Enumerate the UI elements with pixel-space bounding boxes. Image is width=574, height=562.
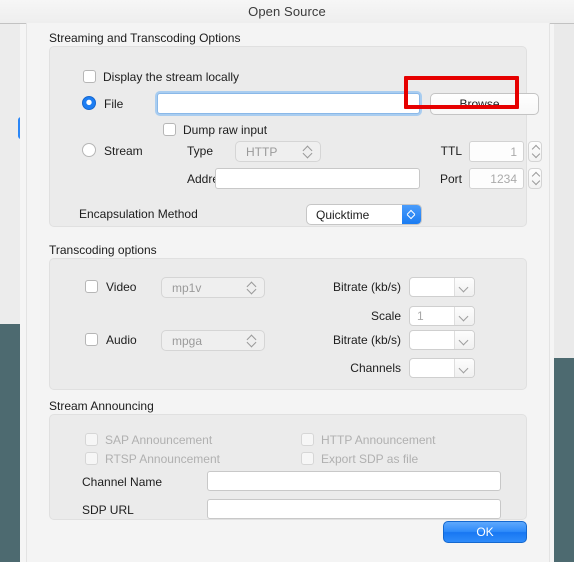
sap-announcement-label: SAP Announcement: [105, 433, 213, 447]
browse-button-label: Browse...: [459, 97, 510, 111]
file-path-input[interactable]: [157, 93, 420, 114]
video-scale-label: Scale: [370, 309, 401, 323]
video-checkbox[interactable]: [85, 280, 98, 293]
audio-bitrate-combo[interactable]: [409, 330, 475, 350]
dump-raw-input-checkbox[interactable]: [163, 123, 176, 136]
port-stepper[interactable]: [528, 168, 542, 189]
file-radio[interactable]: [82, 96, 96, 110]
open-source-dialog: Streaming and Transcoding Options Displa…: [26, 23, 550, 562]
audio-bitrate-label: Bitrate (kb/s): [332, 333, 401, 347]
audio-channels-label: Channels: [350, 361, 401, 375]
audio-codec-select[interactable]: mpga: [161, 330, 265, 351]
video-scale-combo[interactable]: 1: [409, 306, 475, 326]
video-bitrate-label: Bitrate (kb/s): [332, 280, 401, 294]
http-announcement-checkbox[interactable]: [301, 433, 314, 446]
browse-button[interactable]: Browse...: [430, 93, 539, 115]
export-sdp-label: Export SDP as file: [321, 452, 419, 466]
display-stream-locally-label: Display the stream locally: [103, 70, 240, 84]
sdp-url-label: SDP URL: [82, 503, 134, 517]
video-label: Video: [106, 280, 137, 294]
title-bar: Open Source: [0, 0, 574, 24]
screen: Open Source Streaming and Transcoding Op…: [0, 0, 574, 562]
type-select-value: HTTP: [246, 145, 278, 159]
sdp-url-input[interactable]: [207, 499, 501, 519]
channel-name-input[interactable]: [207, 471, 501, 491]
video-codec-value: mp1v: [172, 281, 202, 295]
chevron-updown-icon: [247, 335, 256, 347]
ttl-stepper[interactable]: [528, 141, 542, 162]
audio-checkbox[interactable]: [85, 333, 98, 346]
stream-radio-label: Stream: [104, 144, 143, 158]
file-radio-label: File: [104, 97, 124, 111]
audio-codec-value: mpga: [172, 334, 203, 348]
chevron-updown-icon: [303, 146, 312, 158]
encapsulation-method-select[interactable]: Quicktime: [306, 204, 422, 225]
http-announcement-label: HTTP Announcement: [321, 433, 436, 447]
chevron-down-icon[interactable]: [454, 331, 474, 349]
ttl-input[interactable]: 1: [469, 141, 524, 162]
ok-button-label: OK: [476, 525, 494, 539]
stream-radio[interactable]: [82, 143, 96, 157]
ttl-value: 1: [510, 145, 517, 159]
stream-announcing-group: Stream Announcing SAP Announcement HTTP …: [49, 399, 527, 520]
video-scale-value: 1: [417, 309, 424, 323]
chevron-updown-icon: [247, 282, 256, 294]
window-title: Open Source: [248, 4, 326, 19]
transcoding-options-group: Transcoding options Video mp1v Bitrate (…: [49, 243, 527, 390]
video-bitrate-combo[interactable]: [409, 277, 475, 297]
sap-announcement-checkbox[interactable]: [85, 433, 98, 446]
type-label: Type: [187, 144, 214, 158]
dump-raw-input-label: Dump raw input: [183, 123, 268, 137]
ttl-label: TTL: [440, 144, 462, 158]
transcoding-options-title: Transcoding options: [49, 243, 157, 257]
rtsp-announcement-label: RTSP Announcement: [105, 452, 220, 466]
port-value: 1234: [490, 172, 517, 186]
rtsp-announcement-checkbox[interactable]: [85, 452, 98, 465]
chevron-updown-icon: [402, 205, 421, 224]
video-codec-select[interactable]: mp1v: [161, 277, 265, 298]
chevron-down-icon[interactable]: [454, 359, 474, 377]
port-input[interactable]: 1234: [469, 168, 524, 189]
channel-name-label: Channel Name: [82, 475, 163, 489]
export-sdp-checkbox[interactable]: [301, 452, 314, 465]
port-label: Port: [439, 172, 462, 186]
address-input[interactable]: [215, 168, 420, 189]
audio-label: Audio: [106, 333, 137, 347]
encapsulation-method-value: Quicktime: [316, 208, 370, 222]
ok-button[interactable]: OK: [443, 521, 527, 543]
display-stream-locally-checkbox[interactable]: [83, 70, 96, 83]
streaming-options-title: Streaming and Transcoding Options: [49, 31, 241, 45]
encapsulation-method-label: Encapsulation Method: [79, 207, 198, 221]
type-select[interactable]: HTTP: [235, 141, 321, 162]
chevron-down-icon[interactable]: [454, 307, 474, 325]
streaming-options-group: Streaming and Transcoding Options Displa…: [49, 31, 542, 227]
audio-channels-combo[interactable]: [409, 358, 475, 378]
chevron-down-icon[interactable]: [454, 278, 474, 296]
stream-announcing-title: Stream Announcing: [49, 399, 154, 413]
